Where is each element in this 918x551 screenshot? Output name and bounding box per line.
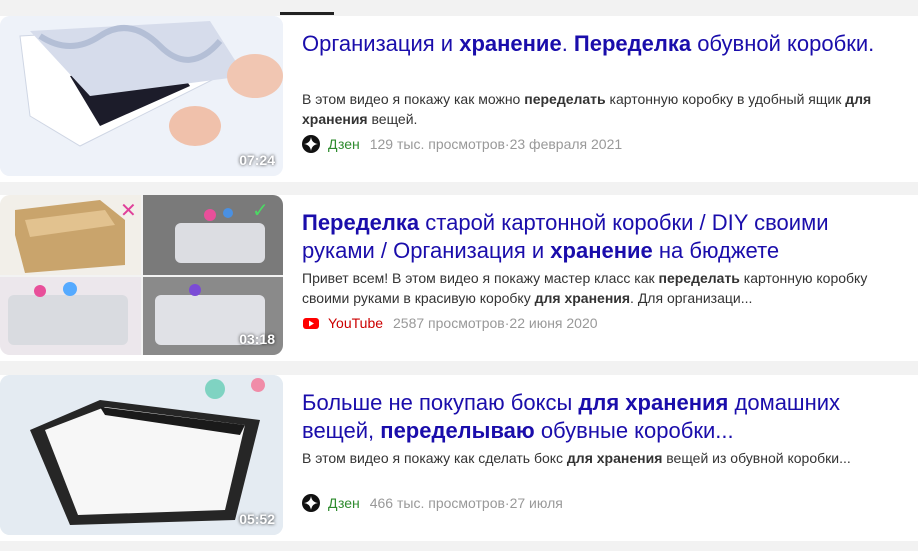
dzen-icon (302, 494, 320, 512)
video-result-card[interactable]: 07:24 Организация и хранение. Переделка … (0, 16, 918, 182)
video-thumbnail[interactable]: 07:24 (0, 16, 283, 176)
highlighted-term: для хранения (534, 290, 631, 306)
svg-text:✓: ✓ (252, 198, 269, 222)
highlighted-term: для хранения (566, 450, 663, 466)
publish-date: 27 июля (509, 495, 563, 511)
source-name[interactable]: Дзен (328, 495, 360, 511)
video-title-link[interactable]: Больше не покупаю боксы для хранения дом… (302, 389, 902, 445)
video-description: Привет всем! В этом видео я покажу масте… (302, 268, 902, 308)
video-result-card[interactable]: ✕ ✓ 03:18 Переделка старой картонной кор… (0, 195, 918, 361)
text-fragment: на бюджете (652, 238, 780, 263)
view-count: 2587 просмотров (393, 315, 505, 331)
view-count: 466 тыс. просмотров (369, 495, 505, 511)
highlighted-term: Переделка (302, 210, 420, 235)
video-title-link[interactable]: Переделка старой картонной коробки / DIY… (302, 209, 902, 265)
text-fragment: Привет всем! В этом видео я покажу масте… (302, 270, 659, 286)
publish-date: 22 июня 2020 (509, 315, 598, 331)
video-meta: Дзен 129 тыс. просмотров · 23 февраля 20… (302, 134, 622, 154)
text-fragment: . (561, 31, 574, 56)
video-description: В этом видео я покажу как можно передела… (302, 89, 902, 129)
text-fragment: Больше не покупаю боксы (302, 390, 579, 415)
source-name[interactable]: Дзен (328, 136, 360, 152)
video-meta: YouTube 2587 просмотров · 22 июня 2020 (302, 313, 598, 333)
text-fragment: В этом видео я покажу как можно (302, 91, 525, 107)
video-title-link[interactable]: Организация и хранение. Переделка обувно… (302, 30, 902, 58)
video-duration: 05:52 (239, 511, 275, 527)
video-meta: Дзен 466 тыс. просмотров · 27 июля (302, 493, 563, 513)
video-thumbnail[interactable]: 05:52 (0, 375, 283, 535)
highlighted-term: для хранения (578, 390, 729, 415)
text-fragment: В этом видео я покажу как сделать бокс (302, 450, 567, 466)
view-count: 129 тыс. просмотров (369, 136, 505, 152)
svg-text:✕: ✕ (120, 198, 137, 222)
text-fragment: вещей. (367, 111, 418, 127)
highlighted-term: переделать (658, 270, 740, 286)
highlighted-term: хранение (550, 238, 653, 263)
video-result-card[interactable]: 05:52 Больше не покупаю боксы для хранен… (0, 375, 918, 541)
text-fragment: Организация и (302, 31, 460, 56)
text-fragment: картонную коробку в удобный ящик (605, 91, 846, 107)
text-fragment: обувные коробки... (534, 418, 734, 443)
active-tab-indicator (280, 12, 334, 15)
highlighted-term: хранение (459, 31, 562, 56)
source-name[interactable]: YouTube (328, 315, 383, 331)
text-fragment: обувной коробки. (691, 31, 875, 56)
dzen-icon (302, 135, 320, 153)
publish-date: 23 февраля 2021 (509, 136, 623, 152)
video-duration: 07:24 (239, 152, 275, 168)
highlighted-term: Переделка (573, 31, 692, 56)
highlighted-term: переделать (524, 91, 606, 107)
video-thumbnail[interactable]: ✕ ✓ 03:18 (0, 195, 283, 355)
video-duration: 03:18 (239, 331, 275, 347)
text-fragment: вещей из обувной коробки... (662, 450, 851, 466)
video-description: В этом видео я покажу как сделать бокс д… (302, 448, 902, 468)
text-fragment: . Для организаци... (630, 290, 753, 306)
youtube-icon (303, 318, 319, 329)
highlighted-term: переделываю (380, 418, 535, 443)
